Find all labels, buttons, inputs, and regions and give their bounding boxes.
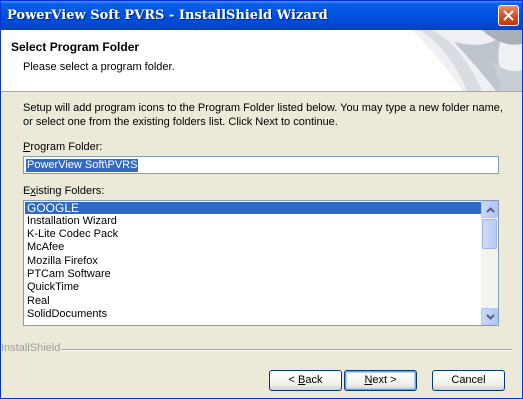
program-folder-label-text: rogram Folder:: [30, 141, 103, 153]
list-item-google[interactable]: GOOGLE: [25, 202, 483, 214]
title-bar[interactable]: PowerView Soft PVRS - InstallShield Wiza…: [1, 1, 522, 30]
installer-window: PowerView Soft PVRS - InstallShield Wiza…: [0, 0, 523, 399]
list-item-mcafee[interactable]: McAfee: [25, 241, 483, 253]
list-item-k-lite-codec-pack[interactable]: K-Lite Codec Pack: [25, 228, 483, 240]
program-folder-label: Program Folder:: [23, 141, 102, 153]
list-item-ptcam-software[interactable]: PTCam Software: [25, 268, 483, 280]
next-button[interactable]: Next >: [344, 370, 417, 391]
footer-divider: [61, 349, 512, 351]
list-scrollbar[interactable]: [481, 201, 498, 325]
wizard-header: Select Program Folder Please select a pr…: [1, 30, 522, 92]
window-title: PowerView Soft PVRS - InstallShield Wiza…: [7, 8, 328, 23]
close-icon: [503, 10, 514, 21]
program-folder-value: PowerView Soft\PVRS: [26, 159, 139, 172]
page-subtitle: Please select a program folder.: [23, 61, 175, 73]
existing-folders-label-text: isting Folders:: [35, 185, 105, 197]
cancel-button[interactable]: Cancel: [432, 370, 505, 391]
list-item-real[interactable]: Real: [25, 295, 483, 307]
list-item-mozilla-firefox[interactable]: Mozilla Firefox: [25, 255, 483, 267]
list-item-installation-wizard[interactable]: Installation Wizard: [25, 215, 483, 227]
close-button[interactable]: [498, 5, 519, 26]
existing-folders-list[interactable]: GOOGLE Installation Wizard K-Lite Codec …: [23, 200, 499, 326]
back-label-text: ack: [305, 374, 323, 386]
installshield-brand: InstallShield: [1, 342, 61, 354]
scroll-down-button[interactable]: [481, 308, 498, 325]
instructions-text: Setup will add program icons to the Prog…: [23, 102, 503, 128]
list-item-quicktime[interactable]: QuickTime: [25, 281, 483, 293]
next-label-text: ext >: [372, 374, 397, 386]
chevron-down-icon: [486, 314, 495, 320]
program-folder-input[interactable]: PowerView Soft\PVRS: [23, 156, 499, 174]
installshield-graphic-icon: [412, 30, 522, 91]
chevron-up-icon: [486, 207, 495, 213]
back-label-prefix: <: [288, 374, 298, 386]
back-button[interactable]: < Back: [269, 370, 342, 391]
scroll-up-button[interactable]: [481, 201, 498, 218]
existing-folders-label: Existing Folders:: [23, 185, 104, 197]
list-item-soliddocuments[interactable]: SolidDocuments: [25, 308, 483, 320]
page-title: Select Program Folder: [11, 40, 140, 54]
scroll-thumb[interactable]: [482, 219, 497, 249]
